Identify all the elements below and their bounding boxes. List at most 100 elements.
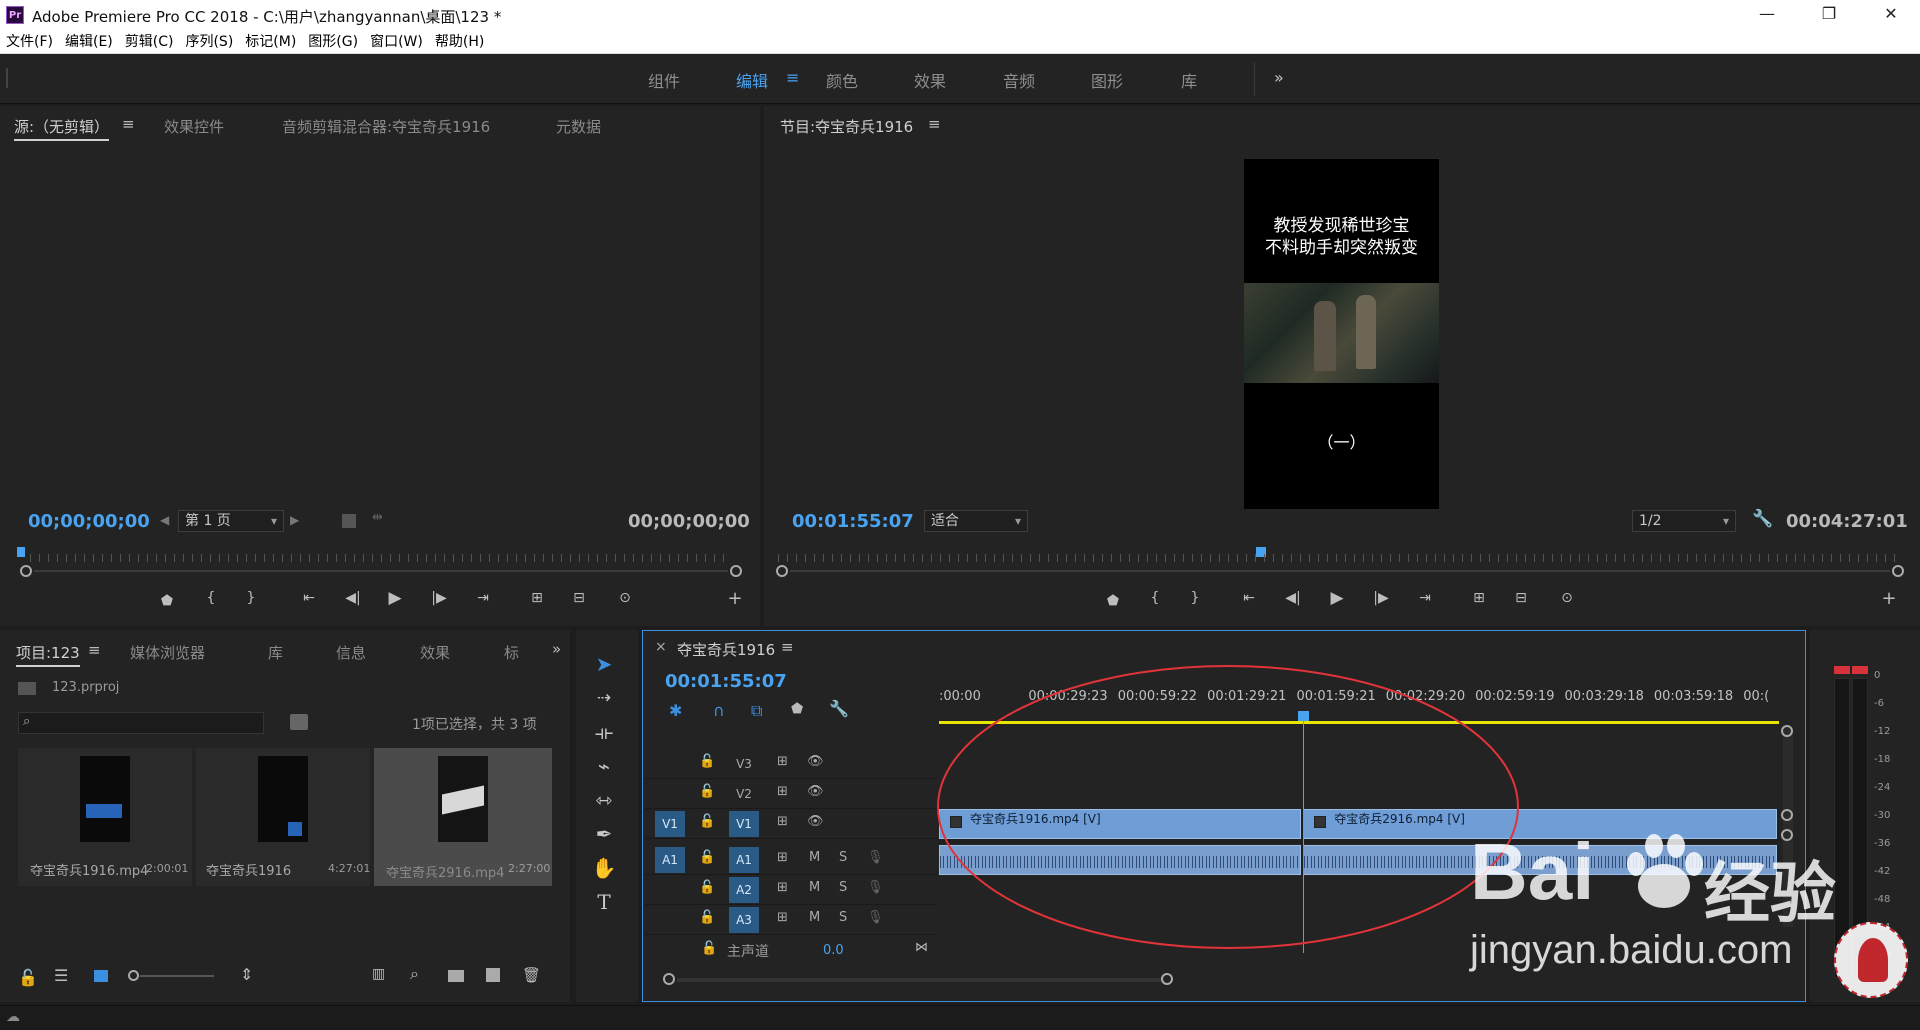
go-to-end-icon[interactable]: ⋈ <box>915 940 928 955</box>
snap-icon[interactable]: ∩ <box>713 701 725 720</box>
drag-video-icon[interactable] <box>342 514 356 528</box>
track-lock-icon[interactable]: 🔓 <box>699 784 715 799</box>
zoom-handle-right[interactable] <box>1161 973 1173 985</box>
track-target-v2[interactable]: V2 <box>729 781 759 807</box>
mute-button[interactable]: M <box>809 910 820 925</box>
source-patch-v3[interactable] <box>655 751 685 777</box>
settings-wrench-icon[interactable]: 🔧 <box>1752 509 1773 529</box>
track-target-v3[interactable]: V3 <box>729 751 759 777</box>
new-bin-icon[interactable] <box>448 970 464 982</box>
tab-sequence[interactable]: 夺宝奇兵1916 <box>677 639 775 660</box>
track-lock-icon[interactable]: 🔓 <box>699 814 715 829</box>
zoom-slider-handle[interactable] <box>128 970 139 981</box>
step-back-icon[interactable]: ◀| <box>1282 590 1304 606</box>
go-to-in-icon[interactable]: ⇤ <box>1238 590 1260 606</box>
sync-lock-icon[interactable]: ⊞ <box>777 880 788 895</box>
button-editor-icon[interactable]: + <box>724 588 746 609</box>
timeline-zoom-bar[interactable] <box>677 978 1161 982</box>
workspace-tab-graphics[interactable]: 图形 <box>1091 68 1123 92</box>
delete-icon[interactable]: 🗑 <box>522 966 541 984</box>
tab-info[interactable]: 信息 <box>336 642 366 663</box>
mute-button[interactable]: M <box>809 880 820 895</box>
step-forward-icon[interactable]: |▶ <box>428 590 450 606</box>
button-editor-icon[interactable]: + <box>1878 588 1900 609</box>
maximize-button[interactable]: ❐ <box>1806 0 1852 30</box>
workspace-tab-effects[interactable]: 效果 <box>914 68 946 92</box>
sync-lock-icon[interactable]: ⊞ <box>777 814 788 829</box>
new-search-bin-icon[interactable] <box>290 714 308 730</box>
find-icon[interactable]: ⌕ <box>410 964 419 984</box>
tab-audio-clip-mixer[interactable]: 音频剪辑混合器:夺宝奇兵1916 <box>282 116 490 137</box>
lift-icon[interactable]: ⊞ <box>1468 590 1490 606</box>
automate-to-sequence-icon[interactable]: ▥ <box>372 966 385 982</box>
project-search-input[interactable]: ⌕ <box>18 712 264 734</box>
workspace-overflow-icon[interactable]: » <box>1274 68 1284 87</box>
resolution-dropdown[interactable]: 1/2 <box>1632 510 1736 532</box>
export-frame-icon[interactable]: ⊙ <box>1556 590 1578 606</box>
tab-effects[interactable]: 效果 <box>420 642 450 663</box>
tab-markers[interactable]: 标 <box>504 642 519 663</box>
icon-view-icon[interactable] <box>94 970 108 982</box>
workspace-menu-icon[interactable]: ≡ <box>786 68 799 87</box>
overwrite-icon[interactable]: ⊟ <box>568 590 590 606</box>
extract-icon[interactable]: ⊟ <box>1510 590 1532 606</box>
play-icon[interactable]: ▶ <box>1326 588 1348 608</box>
prev-page-icon[interactable]: ◀ <box>160 513 169 527</box>
workspace-tab-audio[interactable]: 音频 <box>1003 68 1035 92</box>
tab-effect-controls[interactable]: 效果控件 <box>164 116 224 137</box>
source-zoom-bar[interactable] <box>34 570 728 572</box>
solo-button[interactable]: S <box>839 850 847 865</box>
close-sequence-icon[interactable]: × <box>655 639 667 655</box>
mark-out-icon[interactable]: } <box>240 590 262 606</box>
source-ruler[interactable] <box>30 554 730 562</box>
mark-in-icon[interactable]: { <box>1144 590 1166 606</box>
toggle-output-eye-icon[interactable]: 👁 <box>807 754 824 769</box>
source-patch-a1[interactable]: A1 <box>655 847 685 873</box>
zoom-fit-dropdown[interactable]: 适合 <box>924 510 1028 532</box>
source-patch-v2[interactable] <box>655 781 685 807</box>
solo-button[interactable]: S <box>839 880 847 895</box>
track-target-a3[interactable]: A3 <box>729 907 759 933</box>
new-item-icon[interactable] <box>486 968 500 982</box>
next-page-icon[interactable]: ▶ <box>290 513 299 527</box>
program-timecode[interactable]: 00:01:55:07 <box>792 511 914 532</box>
creative-cloud-icon[interactable]: ☁ <box>6 1009 20 1025</box>
razor-tool-icon[interactable]: ⌁ <box>590 752 618 780</box>
add-marker-icon[interactable]: ⬟ <box>791 701 803 717</box>
workspace-tab-libraries[interactable]: 库 <box>1181 68 1197 92</box>
scroll-handle-top[interactable] <box>1781 725 1793 737</box>
add-marker-icon[interactable]: ⬟ <box>156 593 178 609</box>
slip-tool-icon[interactable]: ⇿ <box>590 786 618 814</box>
panel-menu-icon[interactable]: ≡ <box>781 638 794 656</box>
program-ruler[interactable] <box>778 554 1898 562</box>
sort-icon[interactable]: ⇕ <box>240 965 253 984</box>
menu-clip[interactable]: 剪辑(C) <box>119 30 180 54</box>
linked-selection-icon[interactable]: ⧉ <box>751 701 762 721</box>
menu-window[interactable]: 窗口(W) <box>364 30 429 54</box>
source-patch-a3[interactable] <box>655 907 685 933</box>
menu-marker[interactable]: 标记(M) <box>239 30 302 54</box>
lock-icon[interactable]: 🔓 <box>18 968 38 987</box>
sync-lock-icon[interactable]: ⊞ <box>777 754 788 769</box>
ripple-edit-tool-icon[interactable]: ⟛ <box>590 718 618 746</box>
step-back-icon[interactable]: ◀| <box>342 590 364 606</box>
list-view-icon[interactable]: ☰ <box>54 966 68 985</box>
drag-audio-icon[interactable]: ⇹ <box>372 510 383 525</box>
timeline-settings-icon[interactable]: 🔧 <box>829 699 849 718</box>
toggle-output-eye-icon[interactable]: 👁 <box>807 814 824 829</box>
source-playhead[interactable] <box>17 547 25 557</box>
panel-menu-icon[interactable]: ≡ <box>928 115 941 133</box>
track-select-tool-icon[interactable]: ⇢ <box>590 684 618 712</box>
voice-over-mic-icon[interactable]: 🎙 <box>867 850 884 865</box>
track-target-a1[interactable]: A1 <box>729 847 759 873</box>
zoom-handle-right[interactable] <box>1892 565 1904 577</box>
sync-lock-icon[interactable]: ⊞ <box>777 910 788 925</box>
program-zoom-bar[interactable] <box>790 570 1890 572</box>
zoom-handle-left[interactable] <box>663 973 675 985</box>
timeline-timecode[interactable]: 00:01:55:07 <box>665 671 787 692</box>
step-forward-icon[interactable]: |▶ <box>1370 590 1392 606</box>
source-timecode-in[interactable]: 00;00;00;00 <box>28 511 150 532</box>
mark-in-icon[interactable]: { <box>200 590 222 606</box>
workspace-tab-assembly[interactable]: 组件 <box>648 68 680 92</box>
go-to-out-icon[interactable]: ⇥ <box>1414 590 1436 606</box>
